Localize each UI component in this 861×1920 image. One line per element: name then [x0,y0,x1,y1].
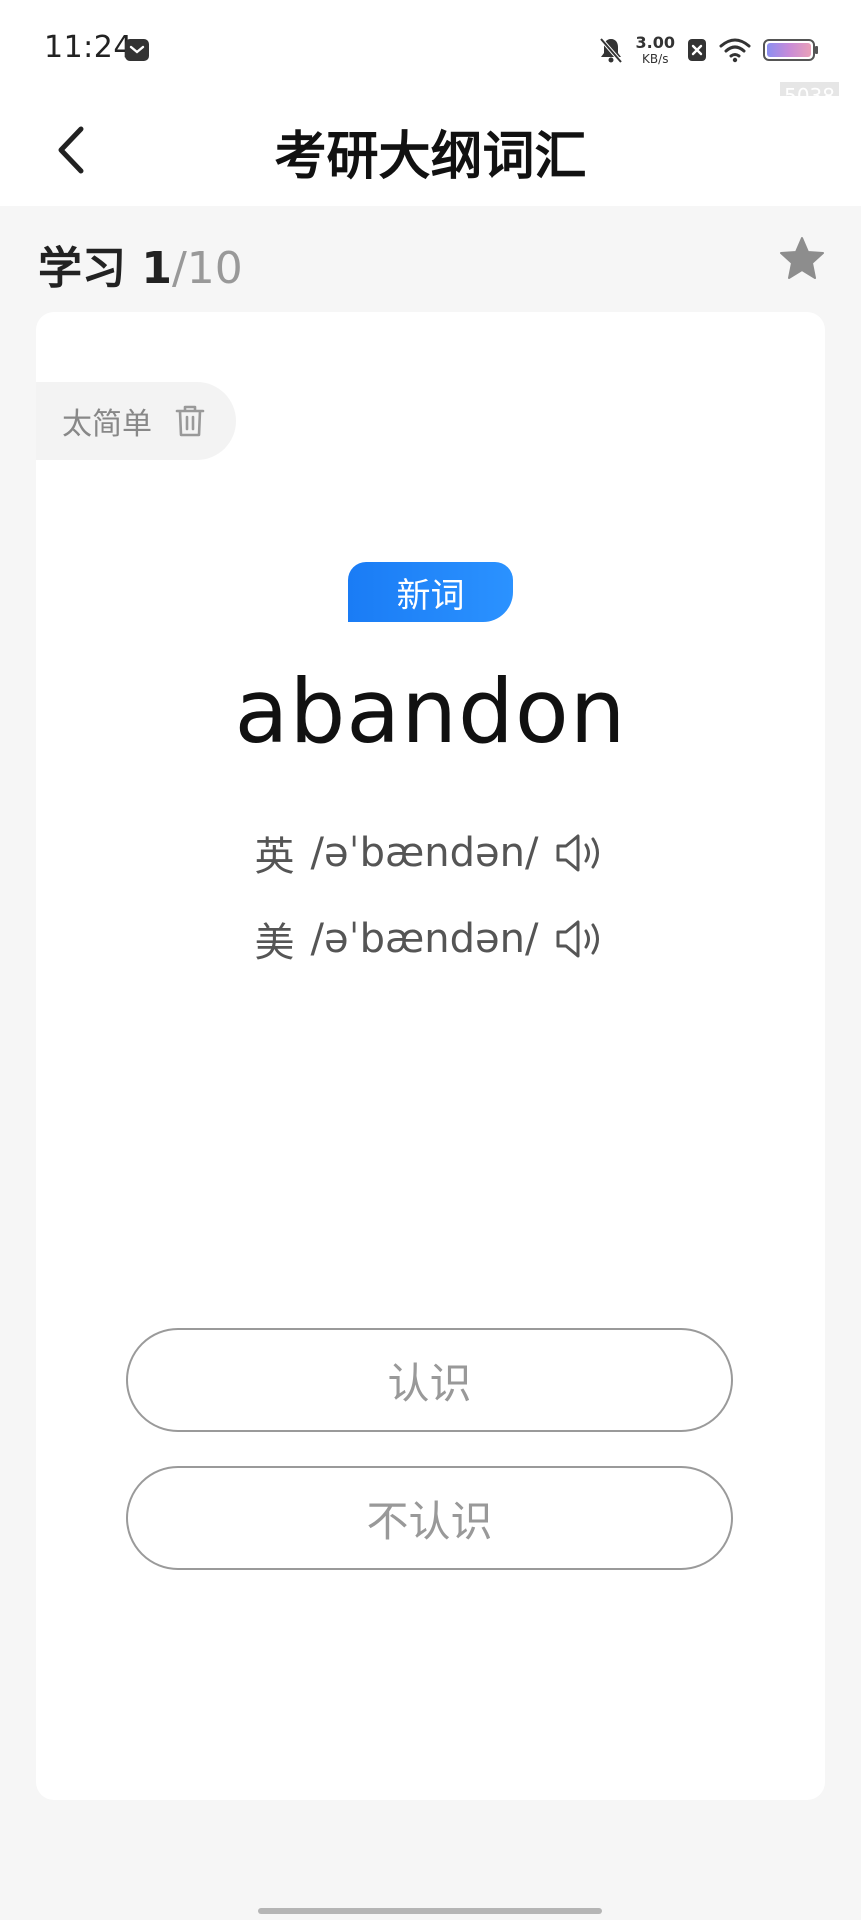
progress-label: 学习 [38,243,126,294]
pronunciation-us-label: 美 [254,920,295,966]
progress-indicator: 学习 1/10 [38,232,243,296]
star-icon [780,237,824,279]
home-indicator[interactable] [258,1908,602,1914]
mute-bell-icon [599,37,623,64]
page-title: 考研大纲词汇 [274,127,587,187]
wifi-icon [719,38,751,63]
message-app-icon [125,39,149,61]
header: 考研大纲词汇 [0,96,861,206]
battery-icon [763,39,818,61]
pronunciation-uk-label: 英 [254,834,295,880]
favorite-button[interactable] [777,234,827,284]
know-button[interactable]: 认识 [126,1328,733,1432]
screen: 11:24 3.00 KB/s 考研大纲词汇 学习 1/10 太简单 新词 ab… [0,0,861,1920]
progress-total: /10 [171,243,243,294]
vocabulary-word: abandon [234,660,627,763]
too-easy-label: 太简单 [62,407,152,442]
speaker-icon[interactable] [554,917,606,961]
status-right: 3.00 KB/s [598,32,819,68]
network-speed: 3.00 KB/s [635,33,675,66]
new-word-badge: 新词 [348,562,513,622]
network-speed-value: 3.00 [635,33,675,52]
pronunciation-uk-phonetic: /əˈbændən/ [310,830,539,876]
speaker-icon[interactable] [554,831,606,875]
progress-current: 1 [141,243,172,294]
too-easy-button[interactable]: 太简单 [36,382,236,460]
dont-know-button[interactable]: 不认识 [126,1466,733,1570]
status-bar: 11:24 3.00 KB/s [0,0,861,110]
trash-icon [175,405,205,437]
network-speed-unit: KB/s [642,52,669,66]
pronunciation-us-phonetic: /əˈbændən/ [310,916,539,962]
pronunciation-us: 美 /əˈbændən/ [36,910,825,968]
pronunciation-uk: 英 /əˈbændən/ [36,824,825,882]
word-card: 太简单 新词 abandon 英 /əˈbændən/ 美 /əˈbændən/ [36,312,825,1800]
status-time: 11:24 [44,30,133,65]
no-sim-icon [688,39,706,61]
